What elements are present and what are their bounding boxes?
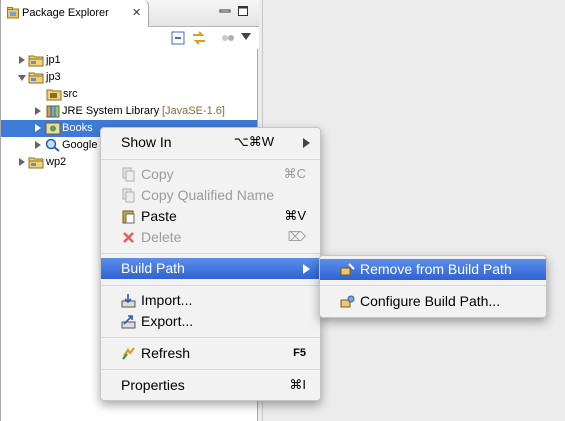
- library-icon: [46, 105, 60, 118]
- tree-item-label: jp1: [46, 54, 61, 66]
- menu-item-export[interactable]: Export...: [101, 311, 320, 332]
- menu-item-paste[interactable]: Paste ⌘V: [101, 206, 320, 227]
- close-icon[interactable]: ✕: [132, 6, 141, 19]
- menu-item-label: Copy Qualified Name: [141, 187, 275, 203]
- link-with-editor-icon[interactable]: [191, 31, 207, 45]
- project-folder-icon: [28, 55, 44, 67]
- menu-item-label: Build Path: [121, 260, 185, 276]
- export-icon: [121, 315, 136, 329]
- tree-item-label: Books: [62, 122, 93, 134]
- view-title: Package Explorer: [22, 7, 109, 19]
- tree-item-label: JRE System Library: [62, 105, 160, 117]
- menu-item-label: Properties: [121, 377, 185, 393]
- view-toolbar: [1, 27, 259, 49]
- tree-item-label: src: [63, 88, 78, 100]
- package-explorer-icon: [7, 7, 19, 19]
- view-tab-bar: Package Explorer ✕: [1, 0, 259, 27]
- collapse-all-icon[interactable]: [171, 31, 185, 45]
- menu-item-label: Configure Build Path...: [360, 293, 501, 309]
- remove-from-build-path-icon: [340, 263, 355, 276]
- jre-version-decoration: [JavaSE-1.6]: [162, 105, 225, 117]
- package-explorer-tab[interactable]: Package Explorer ✕: [1, 0, 149, 27]
- menu-item-properties[interactable]: Properties ⌘I: [101, 375, 320, 396]
- copy-icon: [122, 167, 135, 182]
- collapsed-arrow-icon[interactable]: [35, 124, 41, 132]
- tree-item-jp3[interactable]: jp3: [1, 69, 257, 86]
- menu-item-remove-from-build-path[interactable]: Remove from Build Path: [320, 259, 546, 280]
- menu-item-label: Remove from Build Path: [360, 261, 512, 277]
- menu-item-label: Delete: [141, 229, 182, 245]
- menu-separator: [101, 159, 320, 160]
- menu-separator: [101, 285, 320, 286]
- menu-item-label: Refresh: [141, 345, 191, 361]
- import-icon: [121, 294, 136, 308]
- menu-item-copy[interactable]: Copy ⌘C: [101, 164, 320, 185]
- menu-item-label: Paste: [141, 208, 177, 224]
- delete-icon: [123, 232, 134, 243]
- shortcut-label: ⌥⌘W: [233, 134, 274, 149]
- menu-item-label: Import...: [141, 292, 193, 308]
- shortcut-label: ⌦: [287, 229, 306, 244]
- jar-library-icon: [45, 122, 61, 135]
- menu-separator: [101, 337, 320, 338]
- menu-item-import[interactable]: Import...: [101, 290, 320, 311]
- menu-item-configure-build-path[interactable]: Configure Build Path...: [320, 291, 546, 312]
- tree-item-jp1[interactable]: jp1: [1, 52, 257, 69]
- menu-item-delete[interactable]: Delete ⌦: [101, 227, 320, 248]
- shortcut-label: F5: [293, 347, 306, 359]
- maximize-icon[interactable]: [237, 5, 249, 17]
- tree-item-label: Google: [62, 139, 98, 151]
- collapsed-arrow-icon[interactable]: [35, 141, 41, 149]
- collapsed-arrow-icon[interactable]: [35, 107, 41, 115]
- submenu-arrow-icon: [303, 264, 310, 274]
- project-folder-icon: [28, 72, 44, 84]
- tree-item-src[interactable]: src: [1, 86, 257, 103]
- minimize-icon[interactable]: [219, 5, 231, 17]
- project-folder-icon: [28, 157, 44, 169]
- filters-icon[interactable]: [221, 32, 235, 44]
- menu-item-label: Show In: [121, 134, 172, 150]
- view-menu-icon[interactable]: [241, 33, 251, 41]
- shortcut-label: ⌘V: [284, 208, 306, 223]
- refresh-icon: [122, 347, 135, 360]
- menu-separator: [101, 253, 320, 254]
- collapsed-arrow-icon[interactable]: [19, 158, 25, 166]
- menu-item-label: Export...: [141, 313, 194, 329]
- menu-item-build-path[interactable]: Build Path: [101, 258, 320, 279]
- collapsed-arrow-icon[interactable]: [19, 56, 25, 64]
- menu-separator: [320, 285, 546, 286]
- menu-item-label: Copy: [141, 166, 174, 182]
- tree-item-label: jp3: [46, 71, 61, 83]
- shortcut-label: ⌘I: [289, 377, 306, 392]
- tree-item-label: wp2: [46, 156, 67, 168]
- build-path-submenu: Remove from Build Path Configure Build P…: [319, 255, 547, 318]
- paste-icon: [122, 210, 135, 224]
- submenu-arrow-icon: [303, 138, 310, 148]
- search-library-icon: [45, 138, 60, 152]
- context-menu: Show In ⌥⌘W Copy ⌘C Copy Qualified Name …: [100, 127, 321, 401]
- menu-item-show-in[interactable]: Show In ⌥⌘W: [101, 132, 320, 153]
- shortcut-label: ⌘C: [283, 166, 306, 181]
- configure-build-path-icon: [340, 295, 355, 308]
- source-folder-icon: [46, 89, 62, 101]
- expanded-arrow-icon[interactable]: [18, 75, 26, 81]
- menu-item-refresh[interactable]: Refresh F5: [101, 343, 320, 364]
- menu-separator: [101, 369, 320, 370]
- tree-item-jre-library[interactable]: JRE System Library [JavaSE-1.6]: [1, 103, 257, 120]
- menu-item-copy-qualified-name[interactable]: Copy Qualified Name: [101, 185, 320, 206]
- copy-qualified-name-icon: [122, 188, 135, 203]
